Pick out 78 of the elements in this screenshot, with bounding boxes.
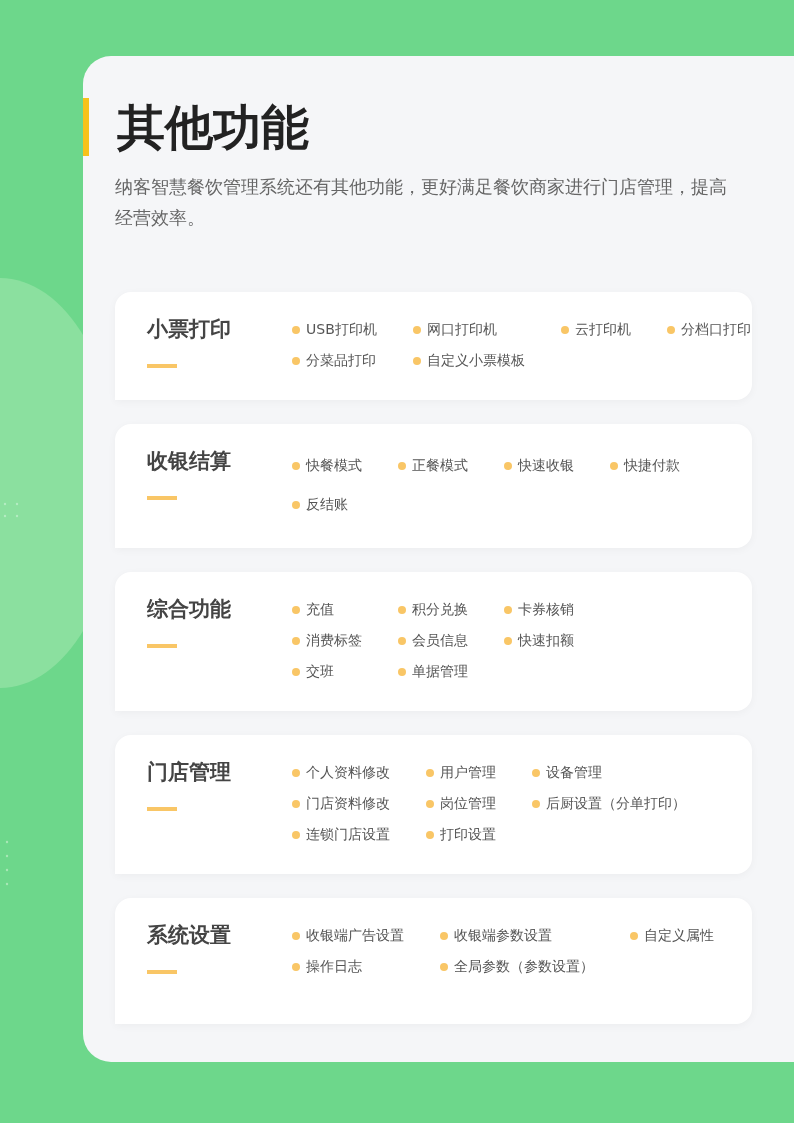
bullet-icon [426, 830, 434, 839]
bullet-icon [292, 356, 300, 365]
feature-item: 云打印机 [574, 320, 631, 339]
feature-item: 收银端广告设置 [306, 926, 404, 945]
underline [147, 644, 177, 648]
bullet-icon [440, 931, 448, 940]
page-title: 其他功能 [117, 98, 309, 157]
bullet-icon [398, 605, 406, 614]
feature-item: 网口打印机 [426, 320, 497, 339]
feature-item: 反结账 [306, 495, 348, 514]
bullet-icon [630, 931, 638, 940]
category-title: 门店管理 [147, 759, 232, 786]
bullet-icon [412, 325, 421, 334]
dot-pattern-icon [3, 502, 19, 518]
bullet-icon [292, 636, 300, 645]
feature-item: 全局参数（参数设置） [454, 957, 594, 976]
bullet-icon [292, 325, 300, 334]
feature-item: 快餐模式 [306, 456, 362, 475]
feature-item: 个人资料修改 [306, 763, 390, 782]
feature-item: 分档口打印 [680, 320, 751, 339]
bullet-icon [292, 768, 300, 777]
feature-item: 收银端参数设置 [454, 926, 552, 945]
feature-item: 打印设置 [440, 825, 496, 844]
bullet-icon [504, 636, 512, 645]
category-title: 综合功能 [147, 596, 232, 623]
feature-item: 岗位管理 [440, 794, 496, 813]
feature-item: 快速扣额 [518, 631, 574, 650]
underline [147, 970, 177, 974]
bullet-icon [292, 667, 300, 676]
bullet-icon [292, 962, 300, 971]
feature-item: 充值 [306, 600, 334, 619]
category-title: 收银结算 [147, 448, 232, 475]
accent-bar [83, 98, 89, 156]
feature-item: 用户管理 [440, 763, 496, 782]
feature-item: 消费标签 [306, 631, 362, 650]
bullet-icon [532, 768, 540, 777]
feature-item: 操作日志 [306, 957, 362, 976]
bullet-icon [504, 461, 512, 470]
feature-item: 卡券核销 [518, 600, 574, 619]
underline [147, 807, 177, 811]
feature-item: 单据管理 [412, 662, 468, 681]
bullet-icon [292, 500, 300, 509]
feature-item: 连锁门店设置 [306, 825, 390, 844]
feature-item: 自定义属性 [644, 926, 714, 945]
feature-item: 正餐模式 [412, 456, 468, 475]
bullet-icon [292, 931, 300, 940]
bullet-icon [610, 461, 618, 470]
category-title: 小票打印 [147, 316, 232, 343]
bullet-icon [560, 325, 569, 334]
underline [147, 364, 177, 368]
feature-item: 门店资料修改 [306, 794, 390, 813]
bullet-icon [412, 356, 421, 365]
category-title: 系统设置 [147, 922, 232, 949]
bullet-icon [504, 605, 512, 614]
bullet-icon [426, 799, 434, 808]
feature-item: 积分兑换 [412, 600, 468, 619]
bullet-icon [532, 799, 540, 808]
bullet-icon [292, 605, 300, 614]
feature-item: 分菜品打印 [306, 351, 376, 370]
feature-item: USB打印机 [306, 320, 377, 339]
intro-text: 纳客智慧餐饮管理系统还有其他功能，更好满足餐饮商家进行门店管理，提高经营效率。 [115, 176, 728, 230]
bullet-icon [292, 461, 300, 470]
bullet-icon [440, 962, 448, 971]
bullet-icon [292, 799, 300, 808]
bullet-icon [398, 667, 406, 676]
bullet-icon [398, 461, 406, 470]
underline [147, 496, 177, 500]
feature-item: 后厨设置（分单打印） [546, 794, 686, 813]
feature-item: 会员信息 [412, 631, 468, 650]
bullet-icon [426, 768, 434, 777]
bullet-icon [292, 830, 300, 839]
bullet-icon [666, 325, 675, 334]
feature-item: 快速收银 [518, 456, 574, 475]
bullet-icon [398, 636, 406, 645]
feature-item: 交班 [306, 662, 334, 681]
feature-item: 自定义小票模板 [426, 351, 525, 370]
feature-item: 设备管理 [546, 763, 602, 782]
feature-item: 快捷付款 [624, 456, 680, 475]
